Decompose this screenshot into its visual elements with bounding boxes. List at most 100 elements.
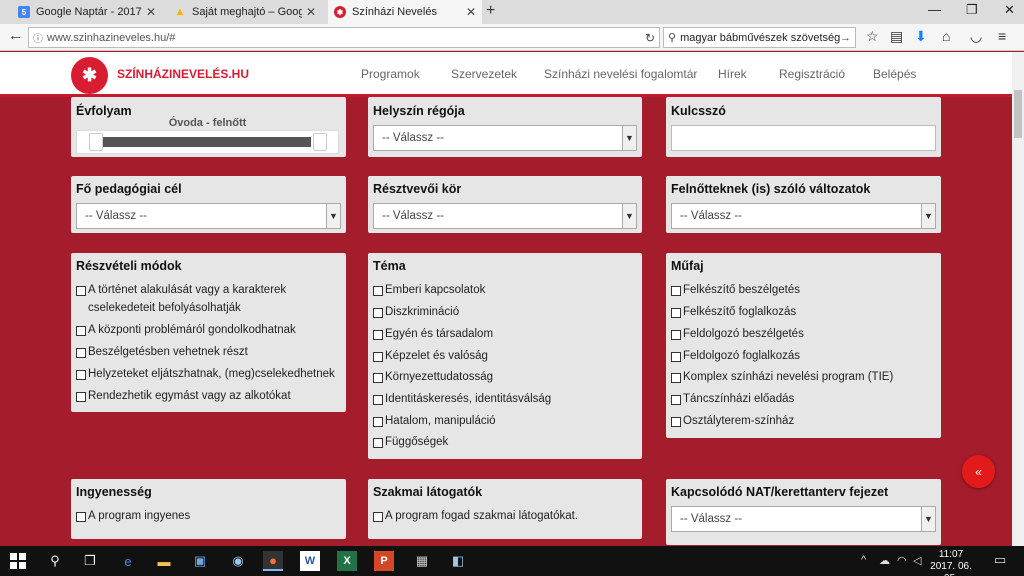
checkbox[interactable] [373, 512, 383, 522]
tab-google-drive[interactable]: ▲ Saját meghajtó – Google Dri ✕ [168, 0, 322, 24]
checkbox-option[interactable]: Rendezhetik egymást vagy az alkotókat [76, 390, 338, 405]
wifi-icon[interactable]: ◠ [897, 554, 907, 567]
windows-start-icon[interactable] [10, 553, 26, 569]
bookmark-star-icon[interactable]: ☆ [866, 28, 879, 45]
fo-cel-select[interactable]: -- Válassz -- ▼ [76, 203, 341, 229]
checkbox[interactable] [671, 395, 681, 405]
felnott-select[interactable]: -- Válassz -- ▼ [671, 203, 936, 229]
site-brand[interactable]: SZÍNHÁZINEVELÉS.HU [117, 67, 249, 81]
nat-select[interactable]: -- Válassz -- ▼ [671, 506, 936, 532]
new-tab-button[interactable]: + [486, 2, 495, 20]
checkbox-option[interactable]: Emberi kapcsolatok [373, 284, 485, 299]
checkbox[interactable] [76, 392, 86, 402]
save-icon[interactable]: ▣ [190, 551, 210, 571]
checkbox-option[interactable]: Egyén és társadalom [373, 328, 493, 343]
range-handle-min[interactable] [89, 133, 103, 151]
checkbox-option[interactable]: Felkészítő foglalkozás [671, 306, 796, 321]
tab-szinhazi-neveles[interactable]: ✱ Színházi Nevelés ✕ [328, 0, 482, 24]
chevron-up-icon[interactable]: ^ [861, 554, 866, 566]
checkbox-option[interactable]: A történet alakulását vagy a karakterek … [76, 284, 338, 317]
calculator-icon[interactable]: ▦ [412, 551, 432, 571]
checkbox[interactable] [373, 417, 383, 427]
menu-icon[interactable]: ≡ [998, 28, 1006, 44]
checkbox[interactable] [373, 352, 383, 362]
menu-regisztracio[interactable]: Regisztráció [779, 67, 845, 81]
checkbox-option[interactable]: Beszélgetésben vehetnek részt [76, 346, 338, 361]
kulcsszo-input[interactable] [671, 125, 936, 151]
home-icon[interactable]: ⌂ [942, 28, 950, 44]
checkbox-option[interactable]: Komplex színházi nevelési program (TIE) [671, 371, 893, 386]
checkbox-option[interactable]: Környezettudatosság [373, 371, 493, 386]
menu-programok[interactable]: Programok [361, 67, 420, 81]
scrollbar-thumb[interactable] [1014, 90, 1022, 138]
clock[interactable]: 11:07 2017. 06. 05. [926, 549, 976, 576]
checkbox[interactable] [671, 373, 681, 383]
close-icon[interactable]: ✕ [466, 5, 476, 19]
range-handle-max[interactable] [313, 133, 327, 151]
checkbox[interactable] [76, 326, 86, 336]
menu-fogalomtar[interactable]: Színházi nevelési fogalomtár [544, 67, 697, 81]
checkbox-option[interactable]: Helyzeteket eljátszhatnak, (meg)cseleked… [76, 368, 338, 383]
checkbox[interactable] [373, 438, 383, 448]
search-box[interactable]: ⚲ → [663, 27, 856, 48]
app-icon[interactable]: ◉ [228, 551, 248, 571]
search-input[interactable] [680, 31, 840, 44]
back-button[interactable]: ← [8, 27, 23, 44]
logo-icon[interactable]: ✱ [71, 57, 108, 94]
checkbox-option[interactable]: Osztályterem-színház [671, 415, 794, 430]
info-icon[interactable]: ⓘ [33, 30, 47, 45]
search-go-icon[interactable]: → [840, 32, 851, 44]
notification-icon[interactable]: ▭ [994, 552, 1006, 568]
checkbox[interactable] [373, 308, 383, 318]
tab-google-calendar[interactable]: 5 Google Naptár - 2017. jún. 5 ✕ [12, 0, 162, 24]
checkbox[interactable] [671, 330, 681, 340]
window-close-button[interactable]: ✕ [1004, 2, 1015, 18]
checkbox-option[interactable]: Feldolgozó foglalkozás [671, 350, 800, 365]
checkbox-option[interactable]: Táncszínházi előadás [671, 393, 794, 408]
checkbox-option[interactable]: Feldolgozó beszélgetés [671, 328, 804, 343]
menu-szervezetek[interactable]: Szervezetek [451, 67, 517, 81]
restore-button[interactable]: ❐ [966, 2, 978, 18]
checkbox[interactable] [76, 348, 86, 358]
checkbox-option[interactable]: A program fogad szakmai látogatókat. [373, 510, 578, 525]
checkbox[interactable] [76, 370, 86, 380]
download-icon[interactable]: ⬇ [915, 28, 927, 45]
address-bar[interactable]: ⓘ www.szinhazineveles.hu/# ↻ [28, 27, 660, 48]
notes-icon[interactable]: ◧ [448, 551, 468, 571]
excel-icon[interactable]: X [337, 551, 357, 571]
checkbox-option[interactable]: Diszkrimináció [373, 306, 459, 321]
helyszin-select[interactable]: -- Válassz -- ▼ [373, 125, 637, 151]
checkbox-option[interactable]: A központi problémáról gondolkodhatnak [76, 324, 338, 339]
checkbox[interactable] [76, 286, 86, 296]
reload-icon[interactable]: ↻ [645, 31, 655, 45]
back-to-top-button[interactable]: « [962, 455, 995, 488]
page-scrollbar[interactable] [1012, 52, 1024, 546]
checkbox-option[interactable]: Képzelet és valóság [373, 350, 488, 365]
resztvevoi-select[interactable]: -- Válassz -- ▼ [373, 203, 637, 229]
close-icon[interactable]: ✕ [146, 5, 156, 19]
firefox-icon[interactable]: ● [263, 551, 283, 571]
volume-icon[interactable]: ◁ [913, 554, 921, 567]
menu-hirek[interactable]: Hírek [718, 67, 747, 81]
menu-belepes[interactable]: Belépés [873, 67, 916, 81]
reading-list-icon[interactable]: ▤ [890, 28, 903, 45]
search-icon[interactable]: ⚲ [45, 551, 65, 571]
checkbox[interactable] [373, 395, 383, 405]
close-icon[interactable]: ✕ [306, 5, 316, 19]
word-icon[interactable]: W [300, 551, 320, 571]
checkbox[interactable] [373, 373, 383, 383]
task-view-icon[interactable]: ❐ [80, 551, 100, 571]
checkbox[interactable] [671, 286, 681, 296]
minimize-button[interactable]: — [928, 2, 941, 17]
cloud-icon[interactable]: ☁ [879, 554, 890, 567]
pocket-icon[interactable]: ◡ [970, 28, 982, 45]
file-explorer-icon[interactable]: ▬ [154, 551, 174, 571]
checkbox-option[interactable]: Felkészítő beszélgetés [671, 284, 800, 299]
checkbox[interactable] [373, 286, 383, 296]
powerpoint-icon[interactable]: P [374, 551, 394, 571]
checkbox[interactable] [76, 512, 86, 522]
checkbox[interactable] [671, 417, 681, 427]
checkbox[interactable] [373, 330, 383, 340]
checkbox[interactable] [671, 308, 681, 318]
edge-icon[interactable]: e [118, 551, 138, 571]
